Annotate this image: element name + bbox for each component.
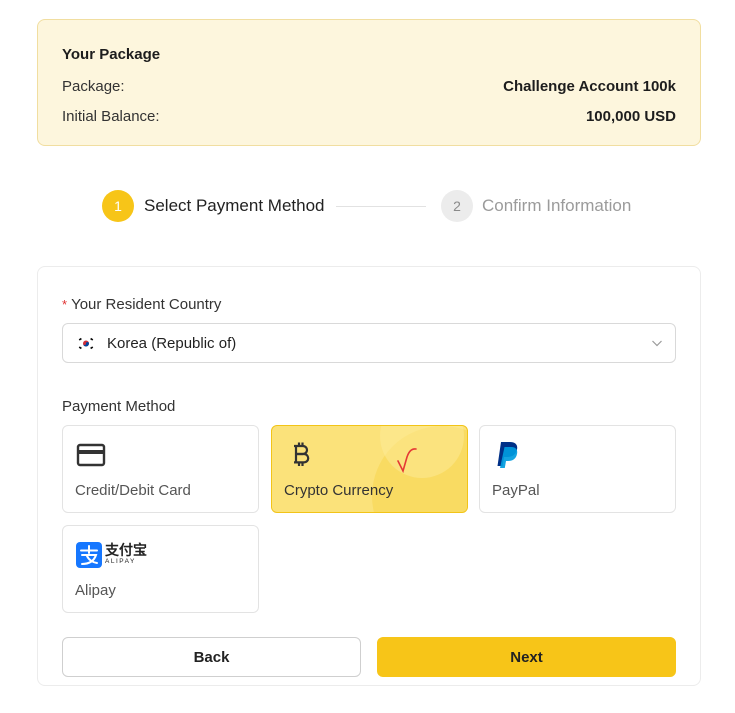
country-select-value: Korea (Republic of) <box>107 334 237 352</box>
step-1-label: Select Payment Method <box>144 196 325 215</box>
bitcoin-icon <box>294 442 310 466</box>
step-2-label: Confirm Information <box>482 196 632 215</box>
step-2-indicator: 2 <box>441 190 473 222</box>
initial-balance-value: 100,000 USD <box>585 107 676 125</box>
country-select[interactable]: Korea (Republic of) <box>62 323 676 363</box>
next-button[interactable]: Next <box>377 637 676 677</box>
package-title: Your Package <box>62 46 161 63</box>
step-connector <box>336 206 426 207</box>
initial-balance-row: Initial Balance: 100,000 USD <box>62 106 676 126</box>
step-1-indicator: 1 <box>102 190 134 222</box>
payment-option-label: PayPal <box>492 482 540 499</box>
alipay-wordmark: 支付宝 ALIPAY <box>105 544 147 566</box>
payment-option-paypal[interactable]: PayPal <box>479 425 676 513</box>
alipay-wordmark-latin: ALIPAY <box>105 558 136 566</box>
payment-option-label: Alipay <box>75 582 116 599</box>
country-field-label: * Your Resident Country <box>62 296 221 313</box>
payment-method-label: Payment Method <box>62 398 176 415</box>
credit-card-icon <box>76 443 106 467</box>
payment-option-label: Credit/Debit Card <box>75 482 191 499</box>
chevron-down-icon <box>652 340 662 347</box>
package-summary: Your Package Package: Challenge Account … <box>37 19 701 146</box>
payment-option-crypto[interactable]: Crypto Currency <box>271 425 468 513</box>
alipay-wordmark-chinese: 支付宝 <box>105 543 147 560</box>
payment-option-credit-card[interactable]: Credit/Debit Card <box>62 425 259 513</box>
required-mark: * <box>62 297 68 312</box>
country-label-text: Your Resident Country <box>71 296 222 313</box>
stepper: 1 Select Payment Method 2 Confirm Inform… <box>0 189 735 223</box>
back-button[interactable]: Back <box>62 637 361 677</box>
package-label: Package: <box>62 77 125 95</box>
payment-option-alipay[interactable]: 支付宝 ALIPAY Alipay <box>62 525 259 613</box>
package-value: Challenge Account 100k <box>503 77 676 95</box>
checkmark-annotation <box>397 448 417 473</box>
payment-option-label: Crypto Currency <box>284 482 394 499</box>
alipay-icon: 支付宝 ALIPAY <box>76 542 147 568</box>
paypal-icon <box>497 442 518 468</box>
package-row: Package: Challenge Account 100k <box>62 76 676 96</box>
alipay-logo-mark <box>76 542 102 568</box>
south-korea-flag-icon <box>77 336 95 350</box>
initial-balance-label: Initial Balance: <box>62 107 160 125</box>
